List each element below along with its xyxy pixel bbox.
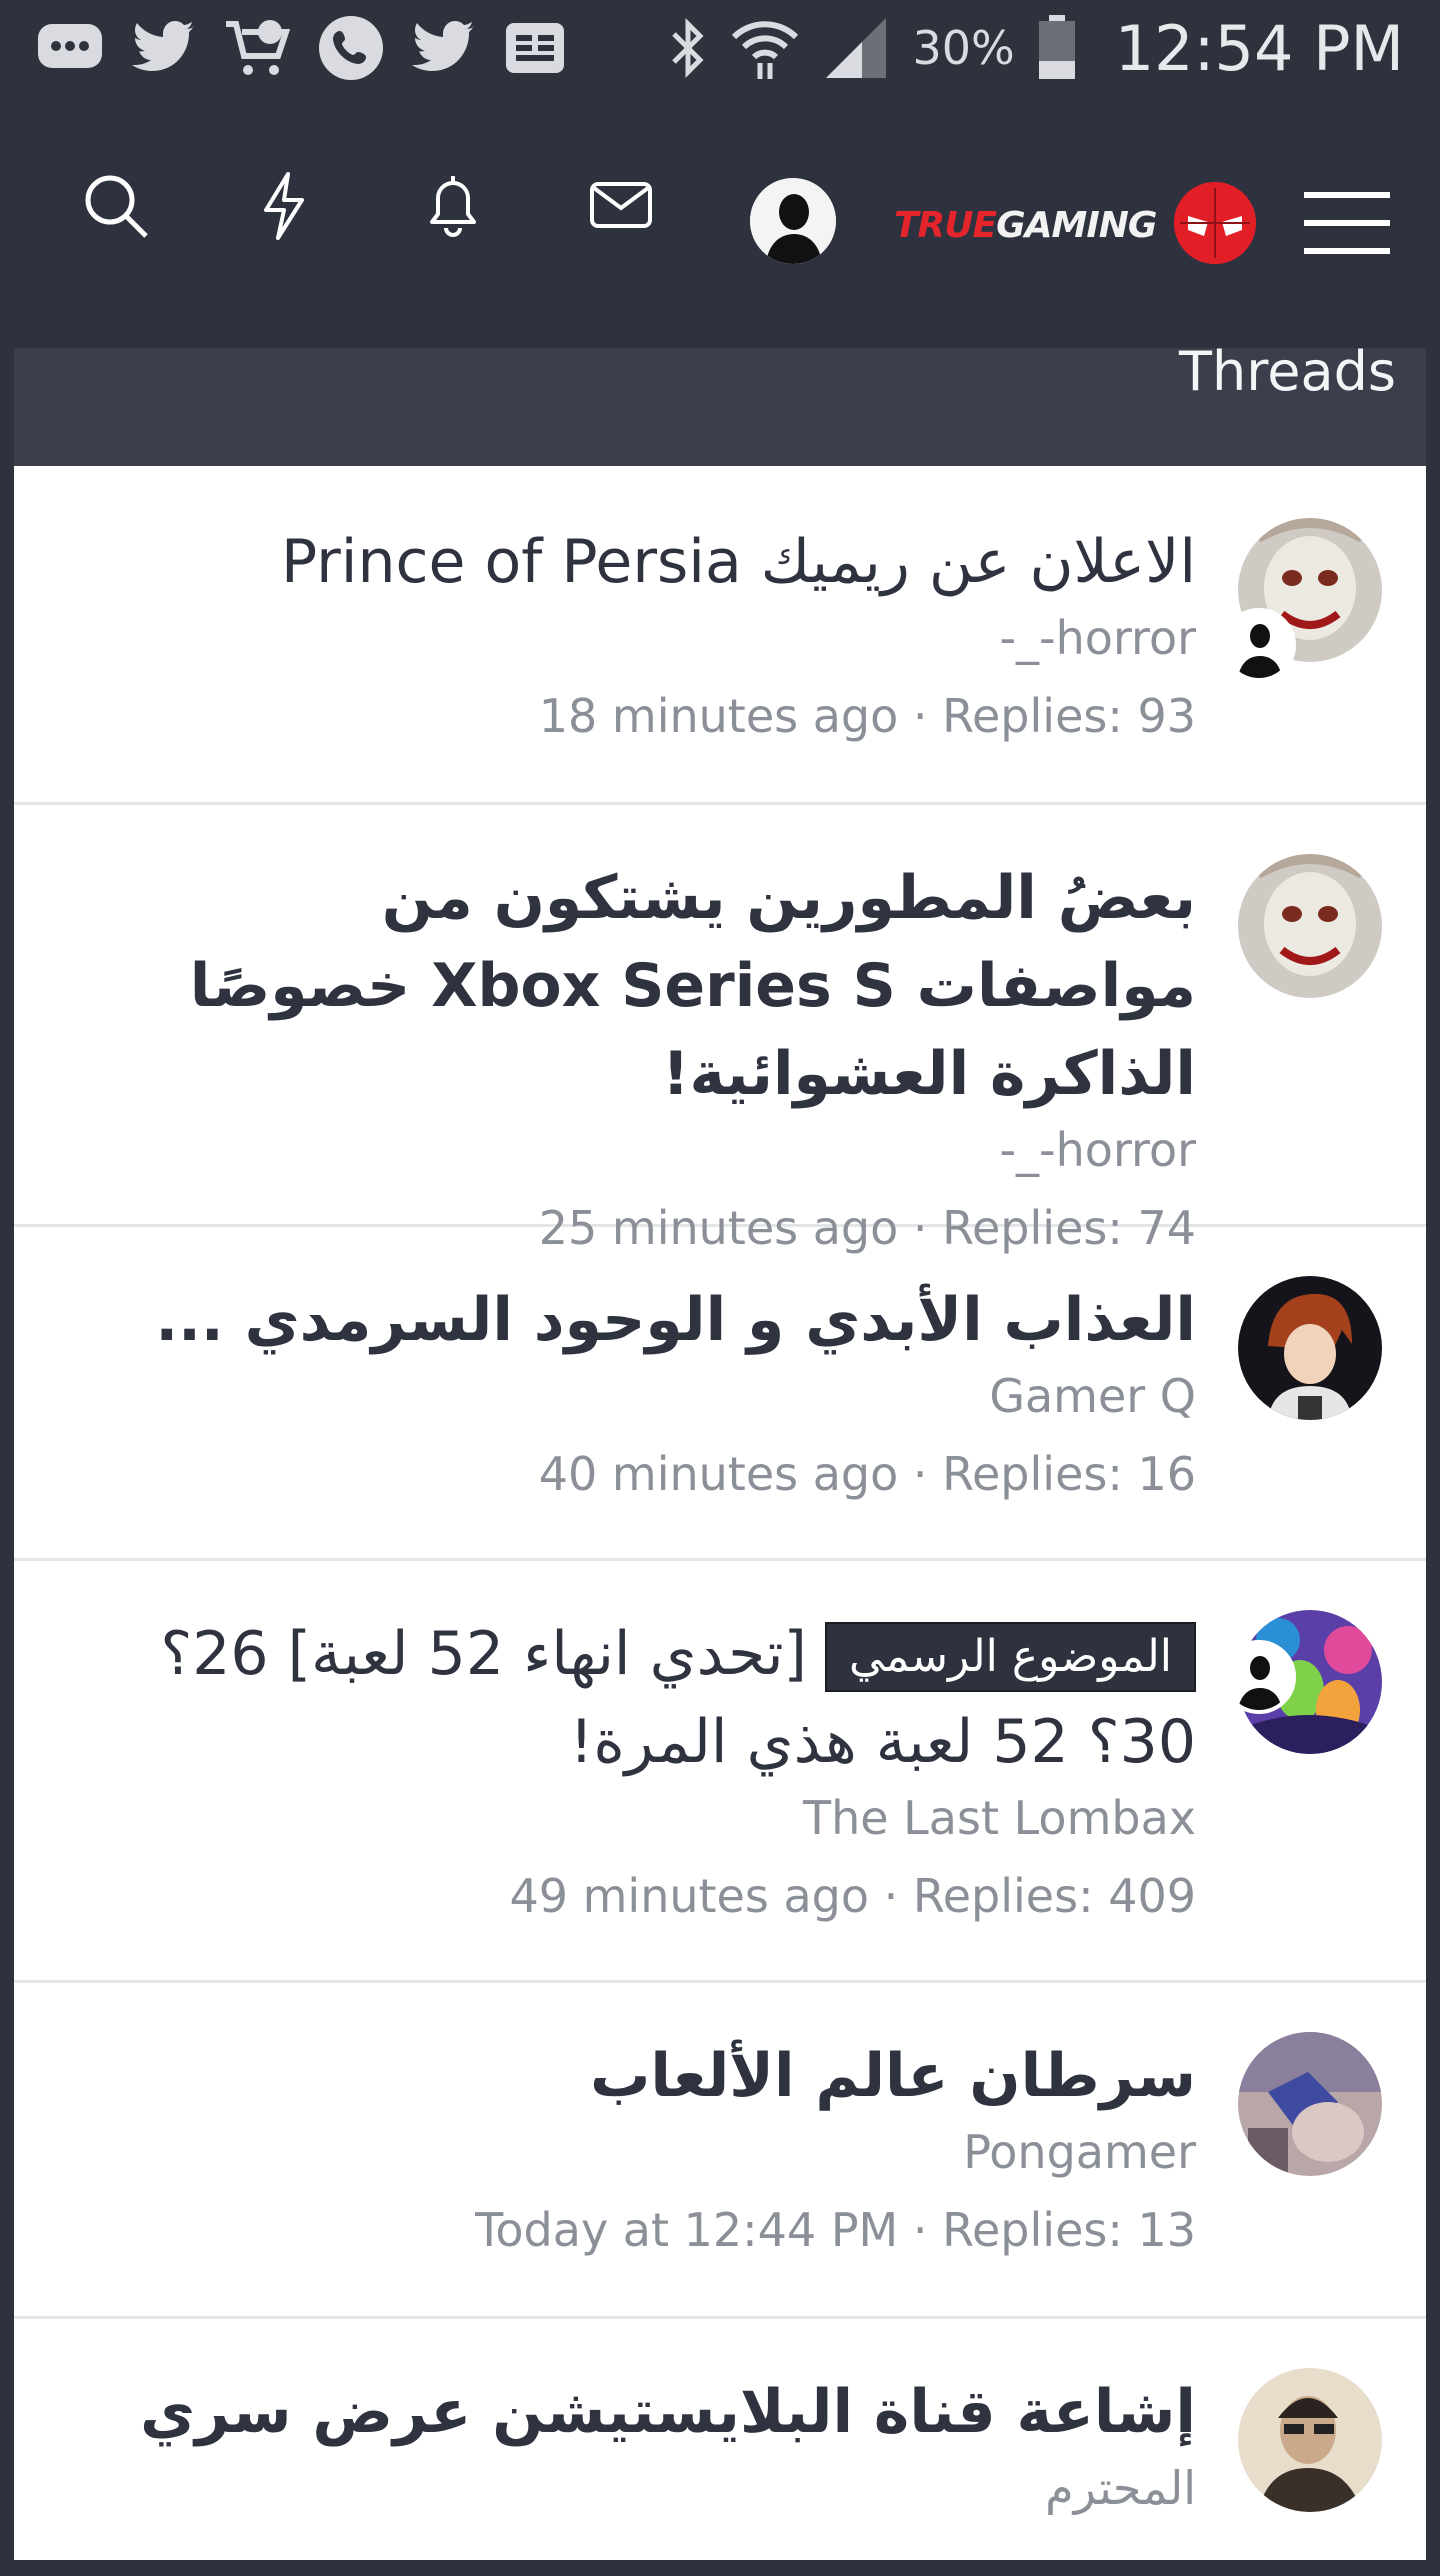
bluetooth-icon xyxy=(668,16,708,80)
ge-icon xyxy=(504,21,566,75)
wifi-icon xyxy=(730,15,800,81)
thread-author[interactable]: Pongamer xyxy=(124,2122,1196,2182)
author-avatar[interactable] xyxy=(1238,2368,1382,2512)
page-title: Threads xyxy=(1179,340,1396,403)
thread-title[interactable]: بعضُ المطورين يشتكون من مواصفات Xbox Ser… xyxy=(124,854,1196,1118)
hamburger-menu-icon[interactable] xyxy=(1304,188,1390,258)
clock: 12:54 PM xyxy=(1114,11,1404,85)
mail-icon[interactable] xyxy=(586,170,656,240)
thread-body: العذاب الأبدي و الوحود السرمدي ... Gamer… xyxy=(124,1276,1196,1504)
thread-row[interactable]: سرطان عالم الألعاب Pongamer Today at 12:… xyxy=(14,1980,1426,2319)
thread-meta: 49 minutes ago · Replies: 409 xyxy=(509,1869,1196,1923)
thread-row[interactable]: الاعلان عن ريميك Prince of Persia horror… xyxy=(14,466,1426,805)
header-nav: TRUE GAMING xyxy=(14,96,1426,348)
search-icon[interactable] xyxy=(80,170,150,240)
messages-icon xyxy=(36,20,104,76)
official-topic-badge: الموضوع الرسمي xyxy=(824,1622,1196,1693)
twitter-icon xyxy=(412,21,476,75)
thread-row[interactable]: الموضوع الرسمي[تحدي انهاء 52 لعبة] 26؟ 3… xyxy=(14,1558,1426,1983)
bell-icon[interactable] xyxy=(418,170,488,240)
status-bar-system: 30% 12:54 PM xyxy=(668,11,1404,85)
status-bar: 30% 12:54 PM xyxy=(0,0,1440,96)
status-bar-notifications xyxy=(36,14,566,82)
thread-title[interactable]: الاعلان عن ريميك Prince of Persia xyxy=(124,518,1196,606)
author-avatar[interactable] xyxy=(1238,2032,1382,2176)
brand-logo[interactable]: TRUE GAMING xyxy=(894,200,1157,250)
thread-title[interactable]: العذاب الأبدي و الوحود السرمدي ... xyxy=(124,1276,1196,1364)
app-header: TRUE GAMING xyxy=(14,96,1426,348)
thread-author[interactable]: المحترم xyxy=(124,2458,1196,2518)
battery-icon xyxy=(1037,15,1077,81)
lightning-icon[interactable] xyxy=(248,170,318,240)
phone-icon xyxy=(318,15,384,81)
twitter-icon xyxy=(132,21,196,75)
thread-row[interactable]: العذاب الأبدي و الوحود السرمدي ... Gamer… xyxy=(14,1224,1426,1561)
thread-meta: 40 minutes ago · Replies: 16 xyxy=(538,1447,1196,1501)
thread-title[interactable]: سرطان عالم الألعاب xyxy=(124,2032,1196,2120)
brand-mask-icon xyxy=(1174,182,1256,264)
thread-row[interactable]: إشاعة قناة البلايستيشن عرض سري المحترم xyxy=(14,2316,1426,2576)
brand-gaming-text: GAMING xyxy=(996,204,1157,246)
thread-author[interactable]: Gamer Q xyxy=(124,1366,1196,1426)
thread-body: بعضُ المطورين يشتكون من مواصفات Xbox Ser… xyxy=(124,854,1196,1258)
thread-title[interactable]: إشاعة قناة البلايستيشن عرض سري xyxy=(124,2368,1196,2456)
author-avatar[interactable] xyxy=(1238,854,1382,998)
thread-body: سرطان عالم الألعاب Pongamer Today at 12:… xyxy=(124,2032,1196,2260)
signal-icon xyxy=(822,16,890,80)
user-avatar[interactable] xyxy=(750,178,836,264)
thread-body: الموضوع الرسمي[تحدي انهاء 52 لعبة] 26؟ 3… xyxy=(124,1610,1196,1926)
shopping-cart-icon xyxy=(224,18,290,78)
thread-body: الاعلان عن ريميك Prince of Persia horror… xyxy=(124,518,1196,746)
battery-percent: 30% xyxy=(912,21,1015,75)
thread-author[interactable]: The Last Lombax xyxy=(124,1788,1196,1848)
thread-list: الاعلان عن ريميك Prince of Persia horror… xyxy=(14,466,1426,2560)
mini-avatar xyxy=(1222,1640,1296,1714)
thread-author[interactable]: horror-_- xyxy=(124,608,1196,668)
thread-row[interactable]: بعضُ المطورين يشتكون من مواصفات Xbox Ser… xyxy=(14,802,1426,1255)
mini-avatar xyxy=(1222,608,1296,682)
thread-title[interactable]: الموضوع الرسمي[تحدي انهاء 52 لعبة] 26؟ 3… xyxy=(124,1610,1196,1786)
brand-true-text: TRUE xyxy=(894,204,997,246)
thread-meta: Today at 12:44 PM · Replies: 13 xyxy=(475,2203,1196,2257)
thread-author[interactable]: horror-_- xyxy=(124,1120,1196,1180)
thread-meta: 18 minutes ago · Replies: 93 xyxy=(538,689,1196,743)
author-avatar[interactable] xyxy=(1238,1276,1382,1420)
thread-body: إشاعة قناة البلايستيشن عرض سري المحترم xyxy=(124,2368,1196,2518)
